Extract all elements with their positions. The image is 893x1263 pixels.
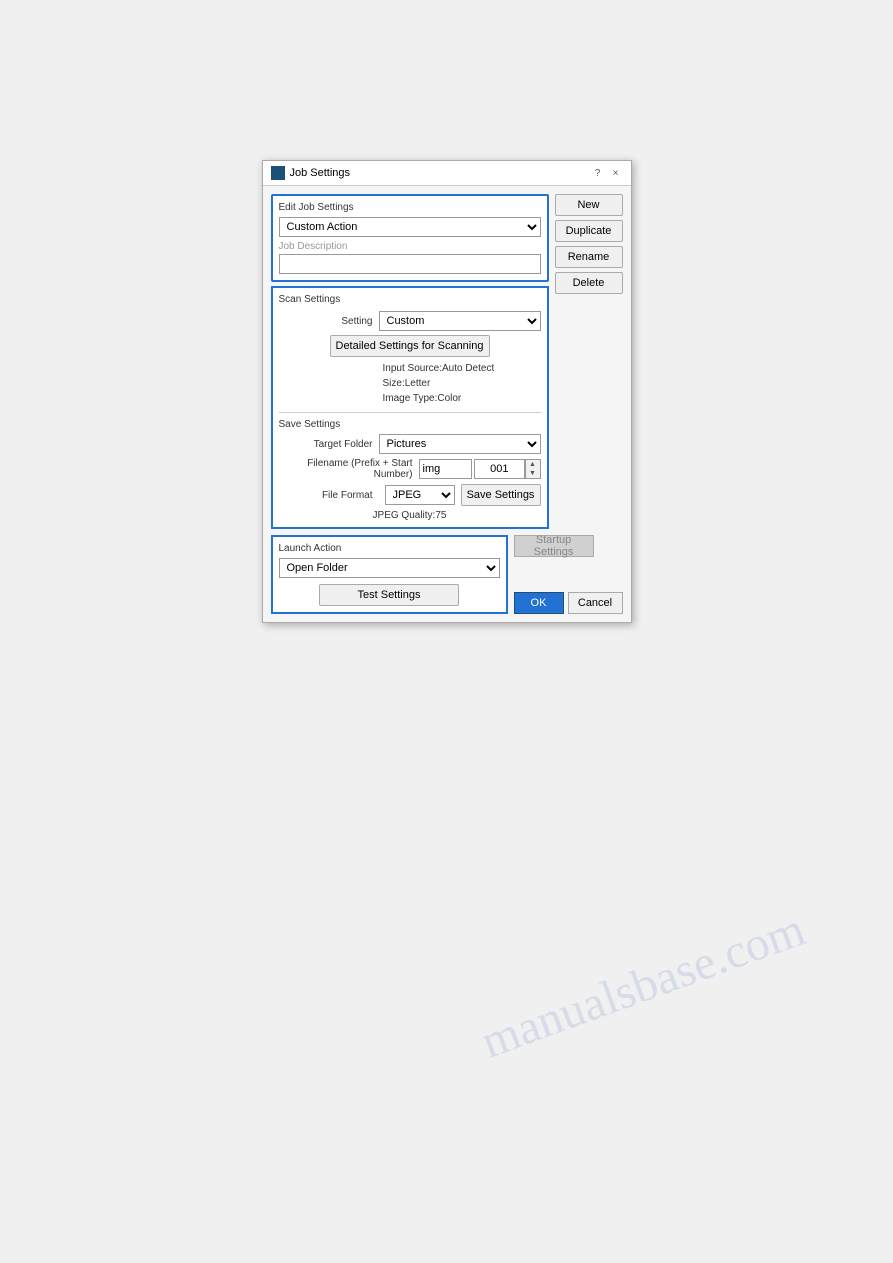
delete-button[interactable]: Delete [555, 272, 623, 294]
ok-cancel-row: OK Cancel [514, 592, 623, 614]
filename-number-input[interactable] [474, 459, 524, 479]
save-settings-section-label: Save Settings [279, 419, 541, 430]
filename-inputs: ▲ ▼ [419, 459, 541, 479]
test-settings-wrapper: Test Settings [279, 584, 500, 606]
target-folder-row: Target Folder Pictures [279, 434, 541, 454]
target-folder-label: Target Folder [279, 439, 379, 450]
description-input[interactable] [279, 254, 541, 274]
left-panel: Edit Job Settings Custom Action Job Desc… [271, 194, 549, 529]
launch-action-dropdown[interactable]: Open Folder [279, 558, 500, 578]
dialog-body: Edit Job Settings Custom Action Job Desc… [263, 186, 631, 622]
file-format-row: File Format JPEG Save Settings [279, 484, 541, 506]
watermark: manualsbase.com [474, 902, 812, 1070]
info-line1: Input Source:Auto Detect [383, 361, 541, 376]
cancel-button[interactable]: Cancel [568, 592, 623, 614]
startup-settings-button: Startup Settings [514, 535, 594, 557]
number-spinner: ▲ ▼ [525, 459, 541, 479]
right-panel: New Duplicate Rename Delete [555, 194, 623, 529]
setting-row: Setting Custom [279, 311, 541, 331]
app-icon [271, 166, 285, 180]
save-settings-btn-wrap: Save Settings [461, 484, 541, 506]
filename-label: Filename (Prefix + Start Number) [279, 458, 419, 480]
file-format-dropdown[interactable]: JPEG [385, 485, 455, 505]
close-button[interactable]: × [609, 166, 623, 180]
save-settings-button[interactable]: Save Settings [461, 484, 541, 506]
edit-job-settings-label: Edit Job Settings [279, 202, 541, 213]
title-controls: ? × [591, 166, 623, 180]
dialog-title: Job Settings [290, 167, 351, 179]
target-folder-control: Pictures [379, 434, 541, 454]
scan-info: Input Source:Auto Detect Size:Letter Ima… [383, 361, 541, 406]
right-panel-spacer [555, 298, 623, 529]
scan-settings-box: Scan Settings Setting Custom Detailed Se… [271, 286, 549, 529]
edit-job-settings-box: Edit Job Settings Custom Action Job Desc… [271, 194, 549, 282]
duplicate-button[interactable]: Duplicate [555, 220, 623, 242]
spinner-up[interactable]: ▲ [526, 460, 540, 469]
info-line3: Image Type:Color [383, 391, 541, 406]
setting-form-control: Custom [379, 311, 541, 331]
target-folder-dropdown[interactable]: Pictures [379, 434, 541, 454]
launch-action-box: Launch Action Open Folder Test Settings [271, 535, 508, 614]
title-bar-left: Job Settings [271, 166, 351, 180]
number-input-wrapper: ▲ ▼ [474, 459, 540, 479]
bottom-right: Startup Settings OK Cancel [514, 535, 623, 614]
rename-button[interactable]: Rename [555, 246, 623, 268]
title-bar: Job Settings ? × [263, 161, 631, 186]
action-dropdown[interactable]: Custom Action [279, 217, 541, 237]
setting-dropdown[interactable]: Custom [379, 311, 541, 331]
detailed-btn-wrapper: Detailed Settings for Scanning [279, 335, 541, 357]
info-line2: Size:Letter [383, 376, 541, 391]
new-button[interactable]: New [555, 194, 623, 216]
bottom-area: Launch Action Open Folder Test Settings … [271, 535, 623, 614]
scan-settings-label: Scan Settings [279, 294, 541, 305]
spinner-down[interactable]: ▼ [526, 469, 540, 478]
filename-prefix-input[interactable] [419, 459, 473, 479]
description-label: Job Description [279, 241, 541, 252]
job-settings-dialog: Job Settings ? × Edit Job Settings Custo… [262, 160, 632, 623]
test-settings-button[interactable]: Test Settings [319, 584, 459, 606]
launch-action-label: Launch Action [279, 543, 500, 554]
ok-button[interactable]: OK [514, 592, 564, 614]
file-format-label: File Format [279, 490, 379, 501]
jpeg-quality: JPEG Quality:75 [279, 510, 541, 521]
setting-label: Setting [279, 316, 379, 327]
main-area: Edit Job Settings Custom Action Job Desc… [271, 194, 623, 529]
help-button[interactable]: ? [591, 166, 605, 180]
filename-row: Filename (Prefix + Start Number) ▲ ▼ [279, 458, 541, 480]
detailed-settings-button[interactable]: Detailed Settings for Scanning [330, 335, 490, 357]
